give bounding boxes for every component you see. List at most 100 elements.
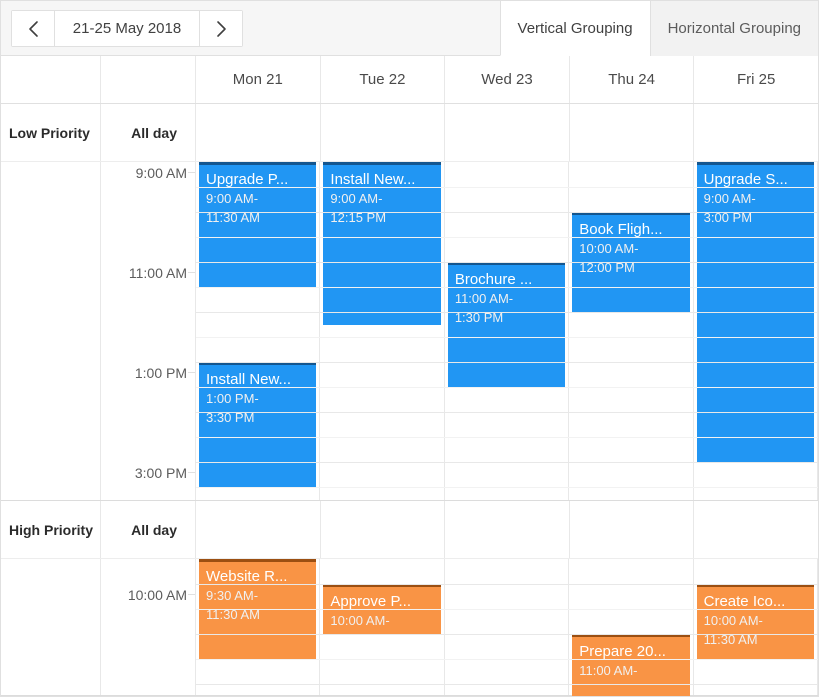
appointment-end-time: 11:30 AM — [206, 607, 260, 622]
appointment[interactable]: Book Fligh... 10:00 AM- 12:00 PM — [572, 212, 690, 312]
day-columns-low-priority: Upgrade P... 9:00 AM- 11:30 AM Install New.… — [196, 162, 818, 500]
appointment[interactable]: Approve P... 10:00 AM- 11:00 AM — [323, 584, 441, 634]
day-header-tue[interactable]: Tue 22 — [321, 56, 446, 103]
appointment-subject: Prepare 20... — [579, 643, 666, 660]
resource-column-spacer — [1, 559, 101, 695]
appointment[interactable]: Create Ico... 10:00 AM- 11:30 AM — [696, 584, 815, 659]
appointment-end-time: 1:30 PM — [454, 310, 504, 325]
appointment[interactable]: Install New... 9:00 AM- 12:15 PM — [323, 162, 441, 325]
day-column-thu[interactable]: Prepare 20... 11:00 AM- — [569, 559, 694, 696]
appointment-start-time: 1:00 PM- — [206, 391, 259, 406]
resource-column-spacer — [1, 162, 101, 500]
appointment[interactable]: Website R... 9:30 AM- 11:30 AM — [199, 559, 317, 659]
appointment-subject: Install New... — [330, 171, 416, 188]
resource-block-high-priority: High Priority All day 10:00 AM Website R… — [1, 501, 818, 696]
chevron-left-icon — [27, 19, 40, 39]
tab-vertical-grouping[interactable]: Vertical Grouping — [499, 1, 650, 56]
scheduler-body[interactable]: Low Priority All day 9:00 AM 11:00 AM 1:00… — [1, 104, 818, 696]
appointment-start-time: 10:00 AM- — [703, 613, 763, 628]
time-grid-high-priority: 10:00 AM Website R... 9:30 AM- 11:30 AM Ap… — [1, 559, 818, 696]
appointment-start-time: 9:00 AM- — [330, 191, 383, 206]
appointment[interactable]: Upgrade S... 9:00 AM- 3:00 PM — [696, 162, 815, 462]
allday-cell[interactable] — [321, 501, 446, 558]
day-column-thu[interactable]: Book Fligh... 10:00 AM- 12:00 PM — [569, 162, 694, 500]
time-label: 1:00 PM — [134, 365, 187, 381]
day-column-mon[interactable]: Website R... 9:30 AM- 11:30 AM — [196, 559, 321, 695]
day-column-tue[interactable]: Install New... 9:00 AM- 12:15 PM — [320, 162, 445, 500]
day-header-wed[interactable]: Wed 23 — [445, 56, 570, 103]
time-tick — [188, 372, 195, 373]
time-label: 10:00 AM — [127, 587, 187, 603]
appointment[interactable]: Install New... 1:00 PM- 3:30 PM — [199, 362, 317, 487]
appointment-subject: Upgrade P... — [206, 171, 289, 188]
appointment-subject: Website R... — [206, 568, 288, 585]
appointment-end-time: 3:30 PM — [206, 410, 255, 425]
appointment-subject: Brochure ... — [454, 271, 533, 288]
time-grid-low-priority: 9:00 AM 11:00 AM 1:00 PM 3:00 PM Upgrade P.… — [1, 162, 818, 500]
header-time-spacer — [101, 56, 196, 103]
appointment[interactable]: Upgrade P... 9:00 AM- 11:30 AM — [199, 162, 317, 287]
scheduler-toolbar: 21-25 May 2018 Vertical Grouping Horizon… — [1, 1, 818, 56]
appointment-end-time: 3:00 PM — [703, 210, 753, 225]
previous-date-button[interactable] — [12, 11, 54, 46]
allday-cell[interactable] — [445, 501, 570, 558]
appointment-start-time: 9:30 AM- — [206, 588, 259, 603]
allday-cell[interactable] — [570, 501, 695, 558]
appointment-start-time: 9:00 AM- — [703, 191, 756, 206]
resource-block-low-priority: Low Priority All day 9:00 AM 11:00 AM 1:00… — [1, 104, 818, 501]
allday-cell[interactable] — [694, 501, 818, 558]
appointment-subject: Upgrade S... — [703, 171, 788, 188]
resource-name-low-priority: Low Priority — [1, 104, 101, 161]
day-column-mon[interactable]: Upgrade P... 9:00 AM- 11:30 AM Install New.… — [196, 162, 321, 500]
allday-cell[interactable] — [321, 104, 446, 161]
day-header-row: Mon 21 Tue 22 Wed 23 Thu 24 Fri 25 — [1, 56, 818, 104]
grouping-tabs: Vertical Grouping Horizontal Grouping — [499, 1, 818, 56]
allday-row-high-priority: High Priority All day — [1, 501, 818, 559]
appointment-end-time: 11:30 AM — [206, 210, 260, 225]
appointment-start-time: 11:00 AM- — [454, 291, 514, 306]
appointment[interactable]: Prepare 20... 11:00 AM- — [572, 634, 690, 696]
appointment-subject: Create Ico... — [703, 593, 786, 610]
appointment-start-time: 11:00 AM- — [579, 663, 638, 678]
time-tick — [188, 594, 195, 595]
tab-horizontal-grouping[interactable]: Horizontal Grouping — [649, 1, 818, 56]
day-column-tue[interactable]: Approve P... 10:00 AM- 11:00 AM — [320, 559, 445, 695]
day-column-fri[interactable]: Upgrade S... 9:00 AM- 3:00 PM — [694, 162, 818, 500]
day-column-fri[interactable]: Create Ico... 10:00 AM- 11:30 AM — [694, 559, 818, 695]
appointment-end-time: 11:30 AM — [703, 632, 758, 647]
time-tick — [188, 272, 195, 273]
allday-cell[interactable] — [196, 104, 321, 161]
day-header-mon[interactable]: Mon 21 — [196, 56, 321, 103]
day-header-thu[interactable]: Thu 24 — [570, 56, 695, 103]
day-column-wed[interactable] — [445, 559, 570, 695]
header-resource-spacer — [1, 56, 101, 103]
allday-cell[interactable] — [570, 104, 695, 161]
appointment-start-time: 10:00 AM- — [579, 241, 639, 256]
appointment-subject: Approve P... — [330, 593, 412, 610]
time-label: 3:00 PM — [134, 465, 187, 481]
time-label: 11:00 AM — [128, 265, 187, 281]
allday-cell[interactable] — [694, 104, 818, 161]
day-columns-high-priority: Website R... 9:30 AM- 11:30 AM Approve P..… — [196, 559, 818, 696]
day-column-wed[interactable]: Brochure ... 11:00 AM- 1:30 PM — [445, 162, 570, 500]
allday-cell[interactable] — [196, 501, 321, 558]
date-navigation-group: 21-25 May 2018 — [11, 10, 243, 47]
chevron-right-icon — [215, 19, 228, 39]
appointment-end-time: 11:00 AM — [330, 630, 434, 634]
next-date-button[interactable] — [200, 11, 242, 46]
time-gutter-high-priority: 10:00 AM — [101, 559, 196, 695]
allday-cell[interactable] — [445, 104, 570, 161]
appointment-end-time: 12:00 PM — [579, 260, 635, 275]
allday-label-low-priority: All day — [101, 104, 196, 161]
time-tick — [188, 472, 195, 473]
time-label: 9:00 AM — [135, 165, 187, 181]
appointment[interactable]: Brochure ... 11:00 AM- 1:30 PM — [447, 262, 566, 387]
day-header-fri[interactable]: Fri 25 — [694, 56, 818, 103]
time-tick — [188, 172, 195, 173]
date-range-label[interactable]: 21-25 May 2018 — [54, 11, 200, 46]
appointment-subject: Book Fligh... — [579, 221, 663, 238]
appointment-start-time: 10:00 AM- — [330, 613, 390, 628]
resource-name-high-priority: High Priority — [1, 501, 101, 558]
time-gutter-low-priority: 9:00 AM 11:00 AM 1:00 PM 3:00 PM — [101, 162, 196, 500]
appointment-start-time: 9:00 AM- — [206, 191, 259, 206]
